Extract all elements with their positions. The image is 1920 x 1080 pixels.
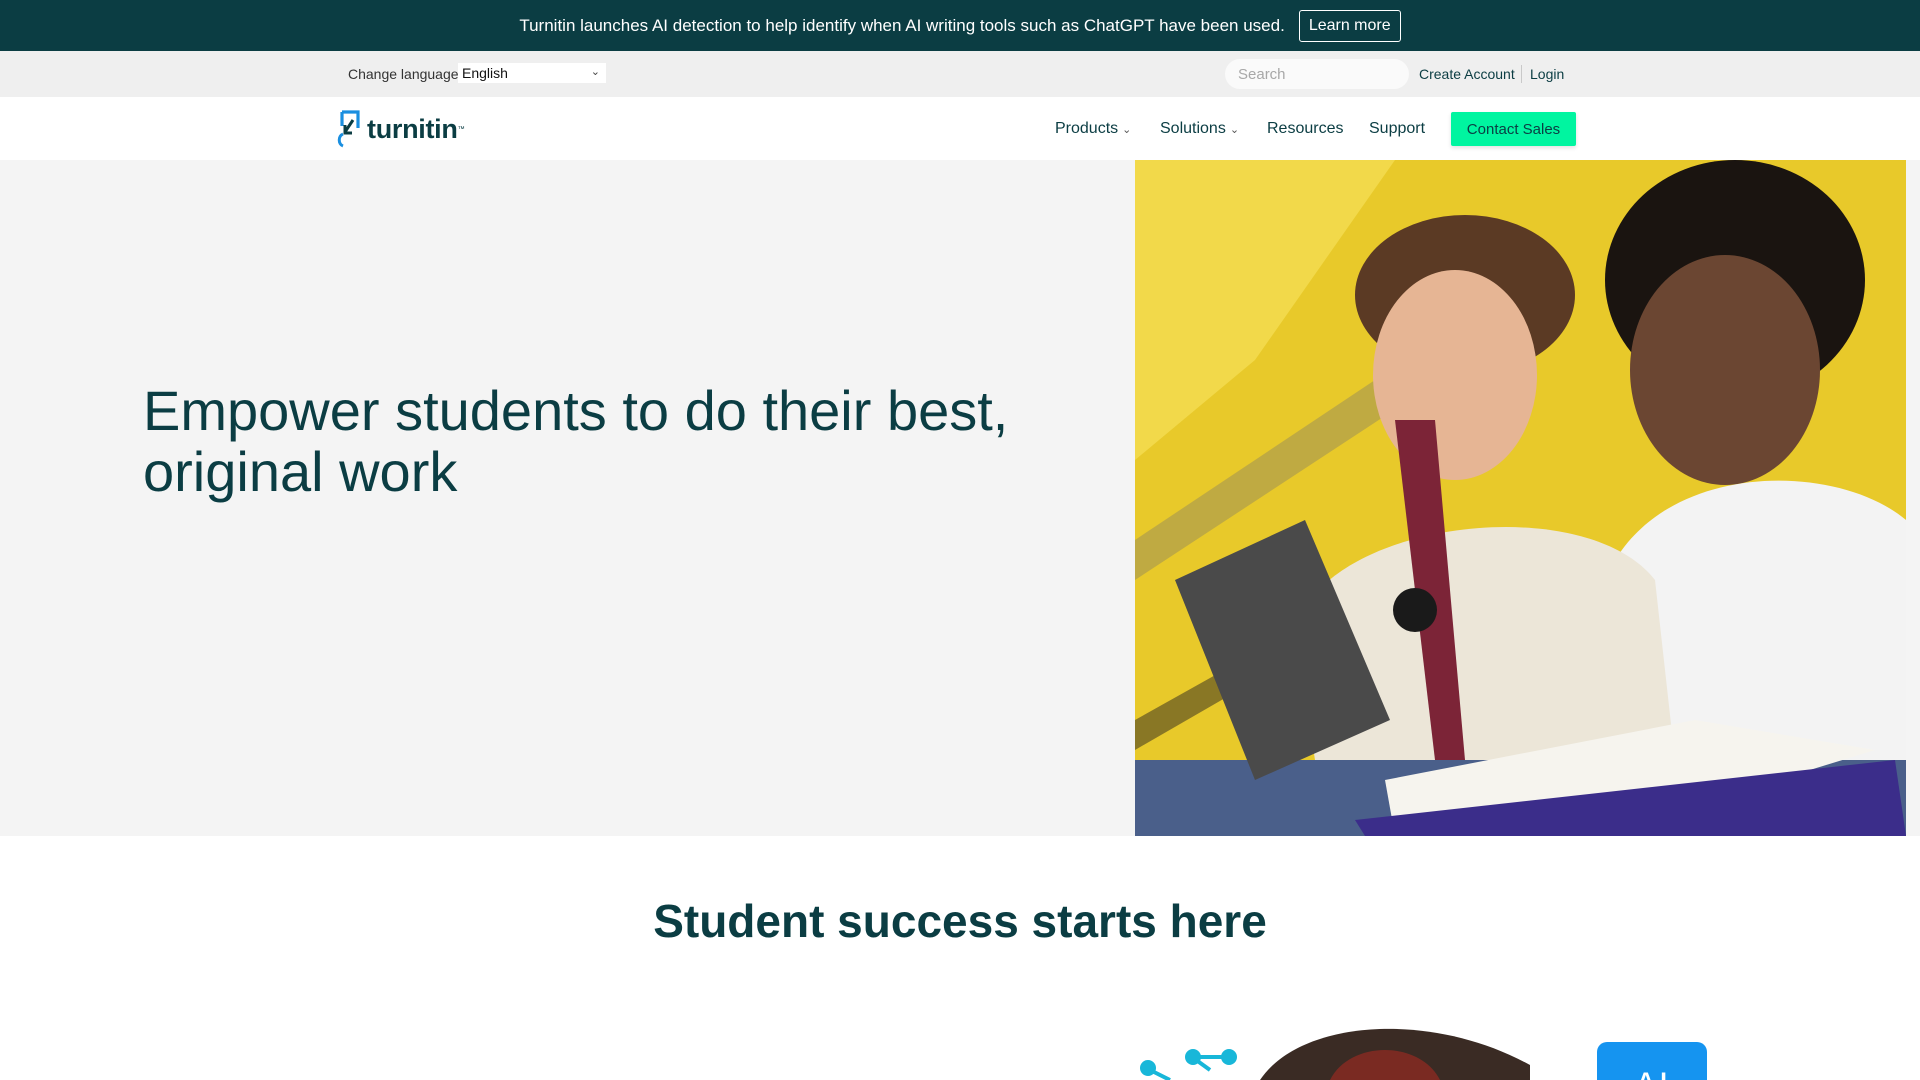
language-select-value: English bbox=[462, 65, 508, 81]
logo-wordmark: turnitin bbox=[367, 113, 458, 144]
announcement-text: Turnitin launches AI detection to help i… bbox=[519, 15, 1285, 35]
nav-solutions-label: Solutions bbox=[1160, 120, 1226, 137]
language-select[interactable]: English ⌄ bbox=[458, 63, 606, 83]
ai-badge: A I bbox=[1597, 1042, 1707, 1080]
hero-title: Empower students to do their best, origi… bbox=[143, 380, 1043, 502]
login-link[interactable]: Login bbox=[1530, 66, 1564, 82]
create-account-link[interactable]: Create Account bbox=[1419, 66, 1515, 82]
chevron-down-icon: ⌄ bbox=[590, 66, 600, 78]
nav-solutions[interactable]: Solutions ⌄ bbox=[1160, 120, 1239, 138]
hero-title-line-1: Empower students to do their best, bbox=[143, 379, 1009, 442]
turnitin-logo-icon bbox=[337, 110, 360, 148]
nav-resources-label: Resources bbox=[1267, 120, 1344, 137]
utility-bar: Change language English ⌄ Search Create … bbox=[0, 51, 1920, 97]
contact-sales-button[interactable]: Contact Sales bbox=[1451, 112, 1576, 146]
chevron-down-icon: ⌄ bbox=[1122, 123, 1132, 136]
turnitin-logo[interactable]: turnitin ™ bbox=[337, 109, 465, 149]
hero-title-line-2: original work bbox=[143, 440, 458, 503]
search-input[interactable]: Search bbox=[1225, 59, 1409, 89]
nav-support-label: Support bbox=[1369, 120, 1426, 137]
hero-photo-students bbox=[1135, 160, 1906, 836]
section-title: Student success starts here bbox=[653, 895, 1267, 947]
announcement-bar: Turnitin launches AI detection to help i… bbox=[0, 0, 1920, 51]
nav-resources[interactable]: Resources bbox=[1267, 120, 1343, 138]
hero-section: Empower students to do their best, origi… bbox=[0, 160, 1920, 836]
trademark-mark: ™ bbox=[457, 125, 465, 133]
nav-products[interactable]: Products ⌄ bbox=[1055, 120, 1131, 138]
divider bbox=[1521, 65, 1522, 83]
change-language-label: Change language bbox=[348, 66, 459, 82]
search-placeholder: Search bbox=[1238, 66, 1286, 83]
nav-support[interactable]: Support bbox=[1369, 120, 1425, 138]
main-navbar: turnitin ™ Products ⌄ Solutions ⌄ Resour… bbox=[0, 97, 1920, 160]
nav-products-label: Products bbox=[1055, 120, 1119, 137]
feature-graphic: A I bbox=[1130, 1010, 1730, 1080]
learn-more-button[interactable]: Learn more bbox=[1298, 9, 1401, 42]
chevron-down-icon: ⌄ bbox=[1229, 123, 1240, 136]
ai-badge-text: A I bbox=[1637, 1068, 1667, 1080]
